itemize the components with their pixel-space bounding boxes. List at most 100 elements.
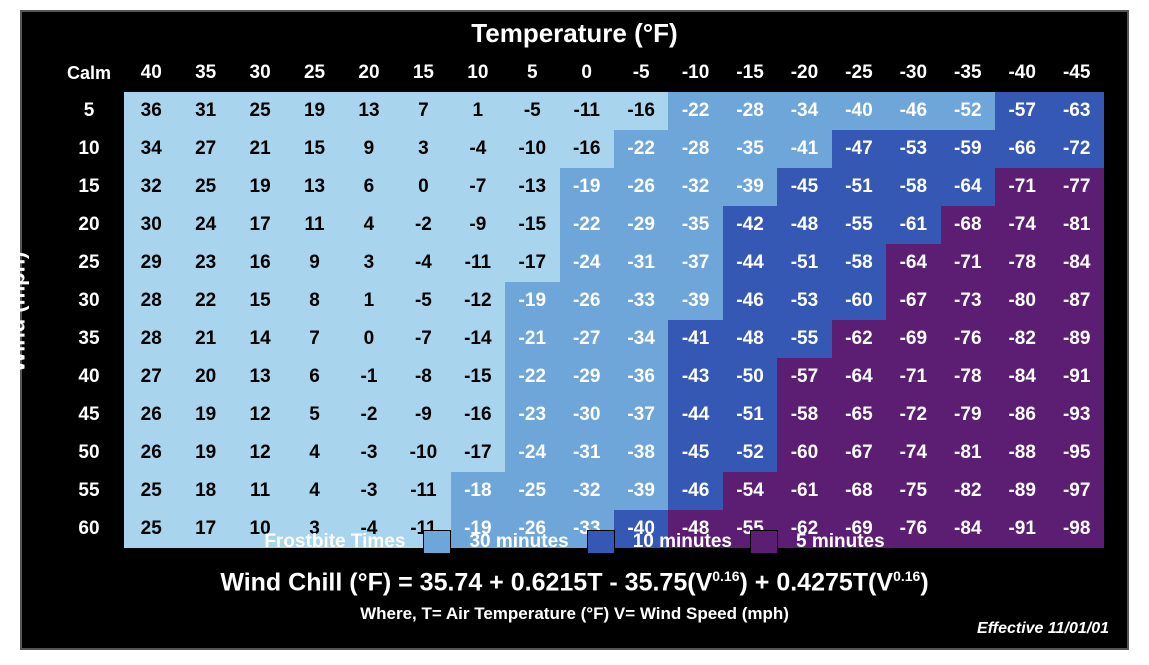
wind-header: 55 [54,472,124,510]
wind-chill-cell: -64 [832,358,886,396]
wind-chill-cell: -29 [560,358,614,396]
wind-chill-cell: -18 [451,472,505,510]
temp-header: 0 [560,54,614,92]
wind-header: 15 [54,168,124,206]
wind-chill-cell: -23 [505,396,559,434]
wind-chill-cell: -89 [1049,320,1104,358]
wind-chill-cell: -62 [832,320,886,358]
wind-chill-cell: -30 [560,396,614,434]
wind-chill-cell: -39 [668,282,722,320]
wind-chill-cell: 18 [178,472,232,510]
temp-header: -30 [886,54,940,92]
wind-chill-cell: -31 [560,434,614,472]
wind-chill-cell: 29 [124,244,178,282]
wind-chill-cell: -4 [451,130,505,168]
wind-header: 40 [54,358,124,396]
wind-chill-cell: -53 [777,282,831,320]
wind-chill-cell: 27 [124,358,178,396]
wind-chill-cell: -28 [668,130,722,168]
wind-chill-cell: -87 [1049,282,1104,320]
wind-chill-cell: -34 [777,92,831,130]
temp-header: 15 [396,54,450,92]
wind-chill-cell: -67 [832,434,886,472]
wind-chill-cell: -26 [614,168,668,206]
wind-chill-cell: -44 [723,244,777,282]
wind-chill-cell: -31 [614,244,668,282]
wind-chill-cell: -9 [451,206,505,244]
wind-header: 30 [54,282,124,320]
temp-header: -25 [832,54,886,92]
wind-chill-cell: 7 [287,320,341,358]
temp-header: -15 [723,54,777,92]
wind-chill-cell: 26 [124,396,178,434]
wind-chill-cell: 9 [287,244,341,282]
temp-header: 20 [342,54,396,92]
wind-chill-cell: -84 [995,358,1049,396]
wind-chill-cell: 7 [396,92,450,130]
wind-chill-cell: -39 [614,472,668,510]
effective-date: Effective 11/01/01 [977,620,1109,638]
wind-chill-cell: -17 [505,244,559,282]
wind-chill-cell: 19 [178,396,232,434]
wind-chill-cell: -35 [723,130,777,168]
wind-chill-cell: -60 [777,434,831,472]
wind-chill-cell: -78 [941,358,995,396]
wind-chill-cell: -45 [777,168,831,206]
wind-header: 25 [54,244,124,282]
wind-chill-cell: -39 [723,168,777,206]
wind-chill-cell: 15 [233,282,287,320]
wind-chill-cell: -88 [995,434,1049,472]
wind-chill-cell: -66 [995,130,1049,168]
wind-chill-cell: 12 [233,396,287,434]
wind-chill-cell: 25 [233,92,287,130]
wind-chill-cell: 13 [233,358,287,396]
wind-chill-cell: 3 [342,244,396,282]
wind-chill-cell: -58 [832,244,886,282]
wind-chill-cell: -19 [560,168,614,206]
wind-chill-cell: -21 [505,320,559,358]
wind-chill-cell: -46 [723,282,777,320]
table-row: 153225191360-7-13-19-26-32-39-45-51-58-6… [54,168,1104,206]
wind-chill-cell: -10 [396,434,450,472]
wind-chill-cell: 36 [124,92,178,130]
wind-chill-cell: -57 [777,358,831,396]
table-row: 552518114-3-11-18-25-32-39-46-54-61-68-7… [54,472,1104,510]
wind-chill-cell: 13 [287,168,341,206]
wind-chill-cell: -3 [342,472,396,510]
wind-chill-cell: -95 [1049,434,1104,472]
wind-chill-cell: -79 [941,396,995,434]
wind-chill-cell: -82 [995,320,1049,358]
table-row: 5363125191371-5-11-16-22-28-34-40-46-52-… [54,92,1104,130]
wind-chill-cell: 19 [178,434,232,472]
wind-chill-cell: -71 [995,168,1049,206]
wind-chill-cell: -15 [451,358,505,396]
wind-chill-cell: -64 [886,244,940,282]
wind-chill-cell: 9 [342,130,396,168]
wind-chill-cell: 22 [178,282,232,320]
wind-chill-cell: -51 [832,168,886,206]
wind-chill-cell: 19 [287,92,341,130]
wind-chill-cell: -41 [668,320,722,358]
wind-header: 20 [54,206,124,244]
wind-chill-cell: -7 [396,320,450,358]
wind-chill-cell: -16 [614,92,668,130]
wind-chill-cell: 1 [451,92,505,130]
formula-where: Where, T= Air Temperature (°F) V= Wind S… [22,604,1127,624]
wind-chill-cell: -82 [941,472,995,510]
wind-chill-cell: -73 [941,282,995,320]
wind-chill-cell: -22 [505,358,559,396]
wind-chill-cell: -61 [777,472,831,510]
temp-header: 40 [124,54,178,92]
temp-header: 30 [233,54,287,92]
wind-chill-cell: 4 [342,206,396,244]
table-row: 502619124-3-10-17-24-31-38-45-52-60-67-7… [54,434,1104,472]
wind-chill-table: Calm 4035302520151050-5-10-15-20-25-30-3… [54,54,1104,548]
wind-chill-cell: -9 [396,396,450,434]
wind-chill-cell: 28 [124,320,178,358]
temp-header: 35 [178,54,232,92]
wind-chill-cell: 4 [287,434,341,472]
wind-chill-cell: -61 [886,206,940,244]
wind-chill-cell: -45 [668,434,722,472]
wind-chill-cell: -34 [614,320,668,358]
wind-chill-cell: 25 [178,168,232,206]
